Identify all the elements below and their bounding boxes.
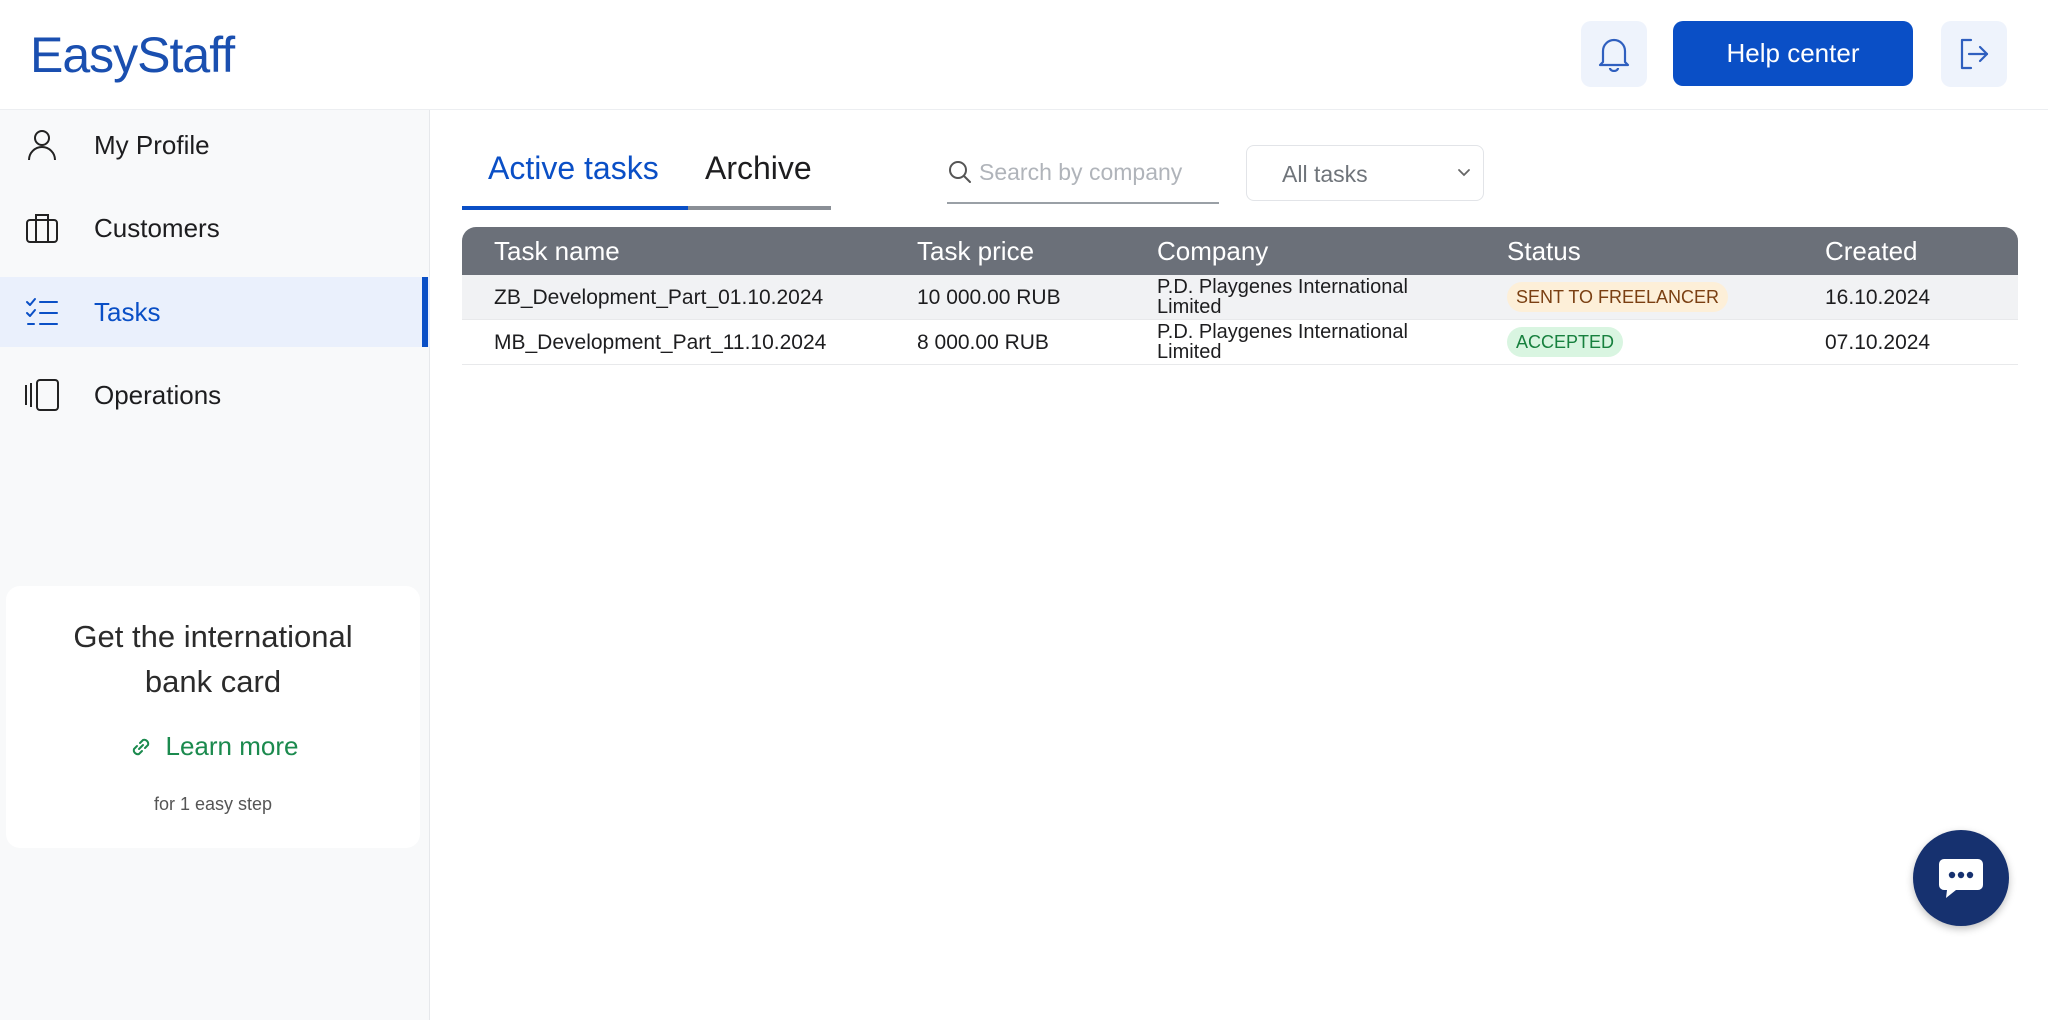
- table-row[interactable]: ZB_Development_Part_01.10.2024 10 000.00…: [462, 275, 2018, 320]
- promo-title: Get the international bank card: [73, 619, 353, 699]
- company-search: [947, 150, 1219, 204]
- company-cell: P.D. Playgenes International Limited: [1157, 276, 1408, 318]
- status-badge: SENT TO FREELANCER: [1507, 282, 1729, 312]
- chat-icon: [1939, 859, 1983, 898]
- tab-active-tasks[interactable]: Active tasks: [488, 150, 659, 187]
- sidebar-item-my-profile[interactable]: My Profile: [0, 110, 430, 180]
- link-icon: [132, 738, 149, 755]
- logout-icon: [1960, 38, 1989, 70]
- logout-button[interactable]: [1941, 21, 2007, 87]
- column-header-task-price[interactable]: Task price: [917, 236, 1034, 267]
- help-center-button[interactable]: Help center: [1673, 21, 1913, 86]
- tab-archive[interactable]: Archive: [705, 150, 812, 187]
- sidebar-item-operations[interactable]: Operations: [0, 360, 430, 430]
- company-cell: P.D. Playgenes International Limited: [1157, 321, 1408, 363]
- sidebar-item-customers[interactable]: Customers: [0, 193, 430, 263]
- operations-icon: [25, 379, 59, 411]
- tab-indicator: [462, 206, 688, 210]
- column-header-task-name[interactable]: Task name: [494, 236, 620, 267]
- column-header-created[interactable]: Created: [1825, 236, 1918, 267]
- sidebar-item-label: Customers: [94, 212, 220, 243]
- bell-icon: [1598, 38, 1630, 72]
- column-header-company[interactable]: Company: [1157, 236, 1268, 267]
- chevron-down-icon: [1458, 169, 1470, 177]
- briefcase-icon: [26, 214, 58, 243]
- tab-underline: [688, 206, 831, 210]
- bank-card-promo: Get the international bank card Learn mo…: [6, 586, 420, 848]
- task-price-cell: 10 000.00 RUB: [917, 286, 1061, 309]
- learn-more-link[interactable]: Learn more: [6, 731, 420, 762]
- sidebar: My Profile Customers Tasks Operations Ge…: [0, 110, 430, 1020]
- table-row[interactable]: MB_Development_Part_11.10.2024 8 000.00 …: [462, 320, 2018, 365]
- select-value: All tasks: [1282, 161, 1368, 187]
- created-cell: 16.10.2024: [1825, 286, 1931, 309]
- tasks-table: Task name Task price Company Status Crea…: [462, 227, 2018, 365]
- sidebar-item-tasks[interactable]: Tasks: [0, 277, 430, 347]
- easystaff-logo[interactable]: EasyStaff: [30, 26, 235, 84]
- table-header: Task name Task price Company Status Crea…: [462, 227, 2018, 275]
- search-input[interactable]: [979, 154, 1215, 190]
- task-filter-select[interactable]: All tasks: [1246, 145, 1484, 201]
- promo-subtitle: for 1 easy step: [153, 794, 273, 814]
- column-header-status[interactable]: Status: [1507, 236, 1581, 267]
- sidebar-item-label: Operations: [94, 379, 222, 410]
- sidebar-item-label: My Profile: [94, 129, 210, 160]
- checklist-icon: [26, 298, 58, 325]
- notifications-button[interactable]: [1581, 21, 1647, 87]
- sidebar-item-label: Tasks: [94, 296, 161, 327]
- search-icon: [949, 161, 971, 183]
- top-header: EasyStaff Help center: [0, 0, 2048, 110]
- created-cell: 07.10.2024: [1825, 331, 1931, 354]
- status-badge: ACCEPTED: [1507, 327, 1624, 357]
- task-price-cell: 8 000.00 RUB: [917, 331, 1049, 354]
- task-name-cell: MB_Development_Part_11.10.2024: [494, 331, 827, 354]
- user-icon: [28, 130, 56, 161]
- task-name-cell: ZB_Development_Part_01.10.2024: [494, 286, 824, 309]
- chat-button[interactable]: [1913, 830, 2009, 926]
